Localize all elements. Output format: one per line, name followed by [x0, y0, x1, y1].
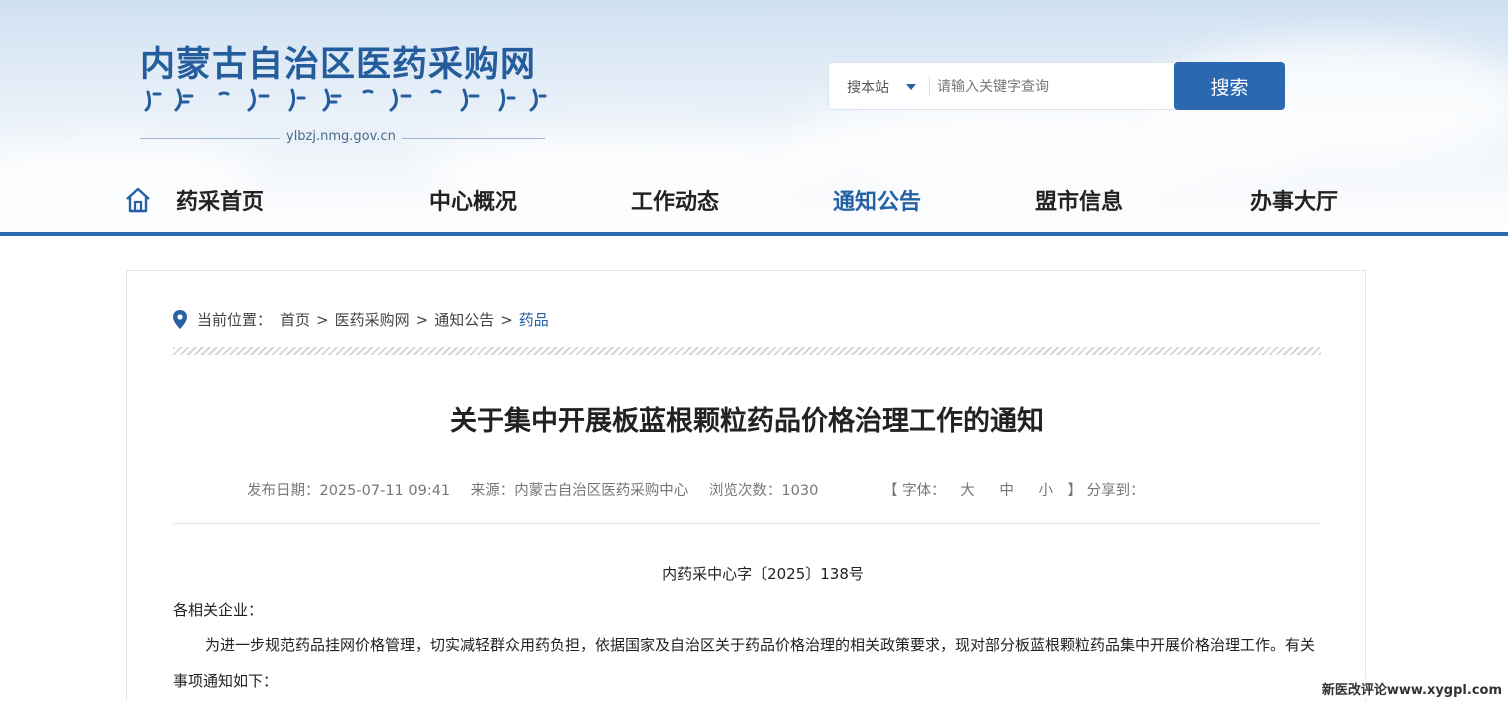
- mongolian-script-graphic: [144, 88, 547, 112]
- share-label: 分享到：: [1086, 483, 1145, 499]
- home-icon[interactable]: [124, 186, 152, 214]
- main-nav: 药采首页 中心概况 工作动态 通知公告 盟市信息 办事大厅: [0, 170, 1508, 230]
- bracket-open: 【: [883, 483, 898, 499]
- nav-item-league-city[interactable]: 盟市信息: [1035, 184, 1123, 216]
- breadcrumb-item-home[interactable]: 首页: [280, 309, 310, 330]
- font-size-control: 【 字体： 大 中 小 】 分享到：: [883, 479, 1145, 500]
- font-size-small-button[interactable]: 小: [1038, 483, 1053, 499]
- breadcrumb-separator: >: [316, 310, 329, 329]
- nav-item-overview[interactable]: 中心概况: [429, 184, 517, 216]
- breadcrumb-label: 当前位置：: [197, 311, 273, 329]
- font-size-label: 字体：: [902, 483, 946, 499]
- breadcrumb-item-drugs[interactable]: 药品: [519, 309, 549, 330]
- search-scope-select[interactable]: 搜本站: [847, 77, 889, 97]
- caret-down-icon[interactable]: [906, 84, 916, 90]
- location-pin-icon: [173, 310, 187, 329]
- site-logo-title[interactable]: 内蒙古自治区医药采购网: [140, 36, 536, 87]
- article-title: 关于集中开展板蓝根颗粒药品价格治理工作的通知: [450, 406, 1044, 437]
- meta-divider: [173, 523, 1321, 524]
- search-button[interactable]: 搜索: [1174, 62, 1285, 110]
- search-box: 搜本站 搜索: [828, 62, 1285, 110]
- nav-underline-bar: [0, 232, 1508, 236]
- article-meta: 发布日期：2025-07-11 09:41 来源：内蒙古自治区医药采购中心 浏览…: [247, 479, 834, 500]
- document-number: 内药采中心字〔2025〕138号: [662, 565, 864, 583]
- nav-item-notices[interactable]: 通知公告: [833, 184, 921, 216]
- search-input[interactable]: [937, 71, 1167, 103]
- search-divider: [929, 77, 930, 97]
- article-panel: 当前位置： 首页 > 医药采购网 > 通知公告 > 药品 关于集中开展板蓝根颗粒…: [126, 270, 1366, 701]
- font-size-medium-button[interactable]: 中: [999, 483, 1014, 499]
- nav-item-home[interactable]: 药采首页: [176, 184, 264, 216]
- watermark: 新医改评论www.xygpl.com: [1319, 679, 1504, 698]
- bracket-close: 】: [1067, 483, 1083, 499]
- striped-divider: [173, 347, 1321, 355]
- font-size-large-button[interactable]: 大: [960, 483, 975, 499]
- site-header: 内蒙古自治区医药采购网 ylbzj.nmg.gov.cn 搜本站 请输入关键字查…: [0, 0, 1508, 236]
- body-paragraph: 为进一步规范药品挂网价格管理，切实减轻群众用药负担，依据国家及自治区关于药品价格…: [173, 636, 1316, 690]
- nav-item-news[interactable]: 工作动态: [631, 184, 719, 216]
- breadcrumb-item-site[interactable]: 医药采购网: [335, 309, 410, 330]
- breadcrumb: 当前位置： 首页 > 医药采购网 > 通知公告 > 药品: [173, 309, 549, 330]
- breadcrumb-separator: >: [415, 310, 429, 329]
- mongolian-script-logo: [142, 84, 547, 114]
- nav-item-service-hall[interactable]: 办事大厅: [1250, 184, 1338, 216]
- view-count: 浏览次数：1030: [708, 483, 819, 499]
- breadcrumb-separator: >: [500, 310, 513, 329]
- salutation: 各相关企业：: [173, 601, 264, 619]
- publish-date: 发布日期：2025-07-11 09:41: [247, 483, 451, 499]
- breadcrumb-item-notices[interactable]: 通知公告: [434, 309, 494, 330]
- site-url: ylbzj.nmg.gov.cn: [280, 129, 402, 144]
- article-source: 来源：内蒙古自治区医药采购中心: [470, 483, 689, 499]
